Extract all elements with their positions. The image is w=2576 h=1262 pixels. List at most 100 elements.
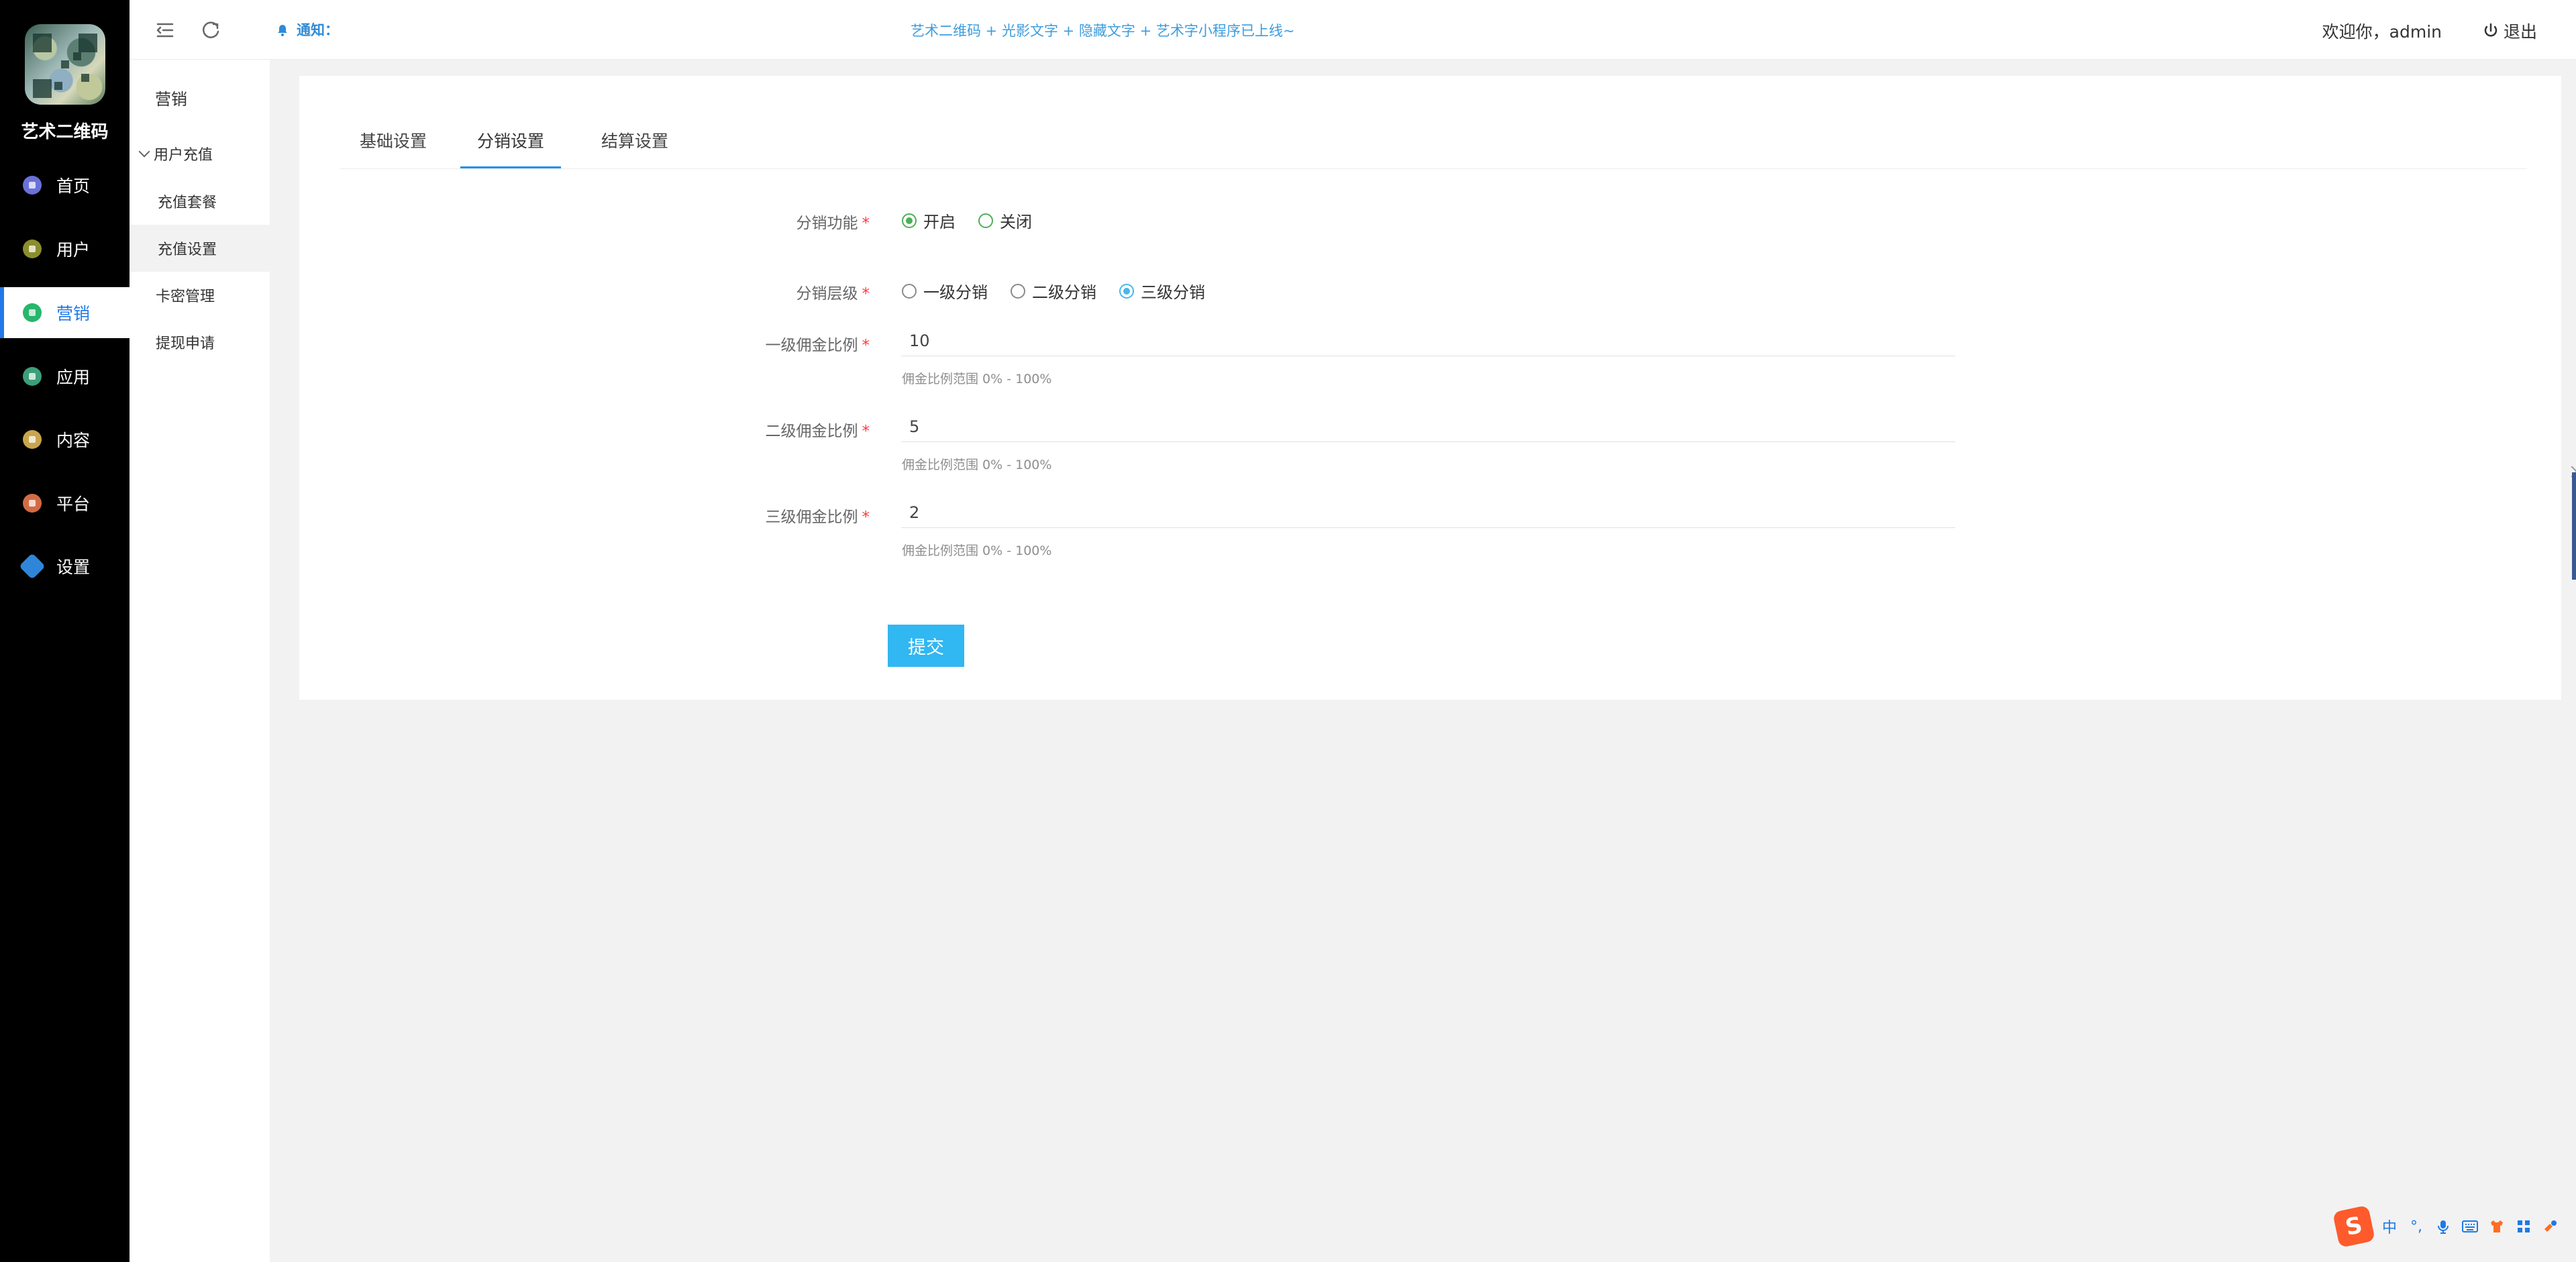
levels-radio-group: 一级分销 二级分销 三级分销	[902, 279, 1205, 303]
subnav-item-label: 充值设置	[158, 242, 217, 258]
level1-label-text: 一级佣金比例	[765, 337, 858, 354]
radio-circle	[1119, 283, 1134, 299]
radio-label: 开启	[923, 213, 956, 231]
radio-label: 关闭	[1000, 213, 1032, 231]
input-mode-indicator[interactable]: 中	[2380, 1217, 2399, 1237]
tab-label: 结算设置	[601, 132, 668, 151]
subnav-item-label: 提现申请	[156, 335, 215, 352]
level-two-radio[interactable]: 二级分销	[1011, 279, 1096, 303]
required-mark: *	[862, 337, 870, 354]
radio-label: 二级分销	[1032, 283, 1096, 302]
radio-label: 三级分销	[1141, 283, 1205, 302]
menu-collapse-icon[interactable]	[154, 19, 176, 42]
subnav-item-recharge-packages[interactable]: 充值套餐	[130, 178, 270, 225]
subnav-item-recharge-settings[interactable]: 充值设置	[130, 225, 270, 272]
level3-commission-input[interactable]	[901, 499, 1955, 526]
nav-item-users[interactable]: 用户	[0, 223, 130, 274]
notice-label: 通知：	[297, 22, 339, 38]
distribution-close-radio[interactable]: 关闭	[978, 209, 1032, 232]
level3-label-text: 三级佣金比例	[765, 509, 858, 526]
tab-distribution-settings[interactable]: 分销设置	[460, 115, 561, 168]
shirt-icon[interactable]	[2487, 1217, 2506, 1236]
tab-settlement-settings[interactable]: 结算设置	[581, 115, 688, 168]
levels-label-text: 分销层级	[796, 285, 858, 303]
settings-tabs: 基础设置 分销设置 结算设置	[340, 115, 2527, 169]
sogou-input-icon[interactable]: S	[2332, 1204, 2376, 1249]
subnav-item-label: 充值套餐	[158, 195, 217, 211]
tab-label: 分销设置	[476, 132, 544, 151]
power-icon	[2484, 23, 2497, 37]
radio-circle	[1011, 283, 1025, 299]
marketing-icon	[23, 303, 42, 322]
bell-icon	[278, 25, 287, 36]
distribution-open-radio[interactable]: 开启	[902, 209, 956, 232]
subnav-item-withdraw-requests[interactable]: 提现申请	[130, 319, 270, 366]
radio-circle	[902, 283, 917, 299]
level1-hint: 佣金比例范围 0% - 100%	[902, 372, 1052, 386]
distribution-label: 分销功能 *	[601, 210, 870, 233]
nav-item-marketing[interactable]: 营销	[0, 287, 130, 338]
level3-label: 三级佣金比例 *	[601, 504, 870, 527]
microphone-icon[interactable]	[2434, 1217, 2453, 1236]
subnav-item-card-management[interactable]: 卡密管理	[130, 272, 270, 319]
system-tray: S 中 °,	[2332, 1204, 2560, 1249]
brand-name: 艺术二维码	[21, 122, 109, 142]
nav-item-label: 用户	[56, 240, 91, 260]
home-icon	[23, 176, 42, 195]
tool-icon[interactable]	[2541, 1217, 2560, 1236]
logout-label: 退出	[2503, 22, 2537, 42]
radio-circle	[902, 213, 917, 228]
radio-circle	[978, 213, 993, 228]
distribution-label-text: 分销功能	[796, 215, 858, 232]
level1-label: 一级佣金比例 *	[601, 332, 870, 355]
nav-item-platform[interactable]: 平台	[0, 478, 130, 529]
nav-item-label: 首页	[56, 176, 91, 196]
vertical-scrollbar[interactable]	[2572, 472, 2576, 580]
keyboard-icon[interactable]	[2461, 1217, 2479, 1236]
refresh-icon[interactable]	[199, 19, 222, 42]
required-mark: *	[862, 509, 870, 526]
level3-hint: 佣金比例范围 0% - 100%	[902, 543, 1052, 558]
submit-button[interactable]: 提交	[888, 625, 964, 667]
nav-item-apps[interactable]: 应用	[0, 351, 130, 402]
required-mark: *	[862, 285, 870, 303]
level2-commission-input[interactable]	[901, 413, 1955, 440]
required-mark: *	[862, 423, 870, 440]
secondary-navigation: 营销 用户充值 充值套餐 充值设置 卡密管理 提现申请	[130, 59, 270, 1262]
settings-gear-icon	[19, 553, 46, 580]
tab-basic-settings[interactable]: 基础设置	[340, 115, 447, 168]
level1-commission-input[interactable]	[901, 327, 1955, 354]
nav-item-label: 应用	[56, 368, 91, 387]
notice-label-group: 通知：	[274, 19, 339, 40]
app-logo	[25, 24, 105, 105]
level-three-radio[interactable]: 三级分销	[1119, 279, 1205, 303]
subnav-item-label: 卡密管理	[156, 288, 215, 305]
main-settings-panel: 基础设置 分销设置 结算设置 分销功能 * 开启 关闭 分销层级 * 一级分销 二级…	[299, 76, 2561, 700]
punctuation-indicator[interactable]: °,	[2407, 1217, 2426, 1236]
subnav-group-recharge[interactable]: 用户充值	[138, 143, 213, 164]
level-one-radio[interactable]: 一级分销	[902, 279, 988, 303]
nav-item-label: 平台	[56, 494, 91, 514]
notice-marquee: 艺术二维码 + 光影文字 + 隐藏文字 + 艺术字小程序已上线~	[911, 23, 1295, 39]
level2-hint: 佣金比例范围 0% - 100%	[902, 458, 1052, 472]
nav-item-label: 内容	[56, 431, 91, 450]
welcome-text: 欢迎你，admin	[2322, 22, 2442, 42]
nav-item-settings[interactable]: 设置	[0, 541, 130, 592]
level1-input-wrap	[901, 327, 1955, 356]
nav-item-home[interactable]: 首页	[0, 160, 130, 211]
nav-item-content[interactable]: 内容	[0, 414, 130, 465]
level3-input-wrap	[901, 499, 1955, 528]
apps-grid-icon[interactable]	[2514, 1217, 2533, 1236]
radio-label: 一级分销	[923, 283, 988, 302]
left-navigation: 艺术二维码 首页 用户 营销 应用 内容 平台 设置	[0, 0, 130, 1262]
nav-item-label: 设置	[56, 558, 91, 577]
nav-item-label: 营销	[56, 304, 91, 323]
level2-label: 二级佣金比例 *	[601, 418, 870, 441]
top-header: 通知： 艺术二维码 + 光影文字 + 隐藏文字 + 艺术字小程序已上线~ 欢迎你…	[130, 0, 2576, 60]
subnav-title: 营销	[155, 90, 187, 109]
chevron-down-icon	[138, 146, 150, 158]
level2-label-text: 二级佣金比例	[765, 423, 858, 440]
subnav-group-label: 用户充值	[154, 147, 213, 164]
content-icon	[23, 430, 42, 449]
logout-button[interactable]: 退出	[2482, 19, 2537, 43]
